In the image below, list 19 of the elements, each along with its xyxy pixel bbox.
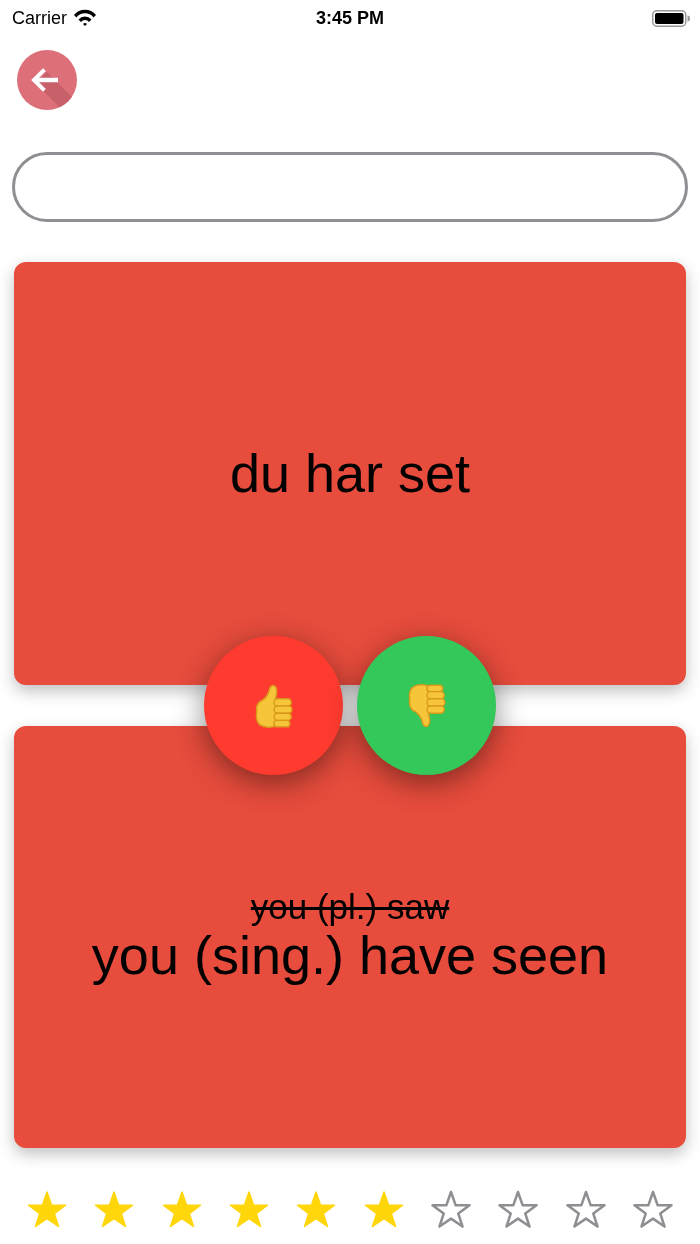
back-button[interactable] xyxy=(17,50,77,110)
empty-star-icon[interactable] xyxy=(632,1190,673,1228)
empty-star-icon[interactable] xyxy=(430,1190,471,1228)
filled-star-icon[interactable] xyxy=(94,1190,135,1228)
prompt-text: du har set xyxy=(229,443,471,504)
answer-text: you (sing.) have seen xyxy=(91,925,609,986)
filled-star-icon[interactable] xyxy=(161,1190,202,1228)
battery-icon xyxy=(652,9,690,27)
clock-time: 3:45 PM xyxy=(316,7,384,29)
empty-star-icon[interactable] xyxy=(498,1190,539,1228)
carrier-label: Carrier xyxy=(12,7,67,29)
wrong-guess-text: you (pl.) saw xyxy=(250,888,450,926)
filled-star-icon[interactable] xyxy=(27,1190,67,1228)
filled-star-icon[interactable] xyxy=(296,1190,337,1228)
filled-star-icon[interactable] xyxy=(363,1190,404,1228)
filled-star-icon[interactable] xyxy=(229,1190,269,1228)
arrow-left-icon xyxy=(31,68,61,92)
wifi-icon xyxy=(73,9,97,27)
empty-star-icon[interactable] xyxy=(565,1190,606,1228)
